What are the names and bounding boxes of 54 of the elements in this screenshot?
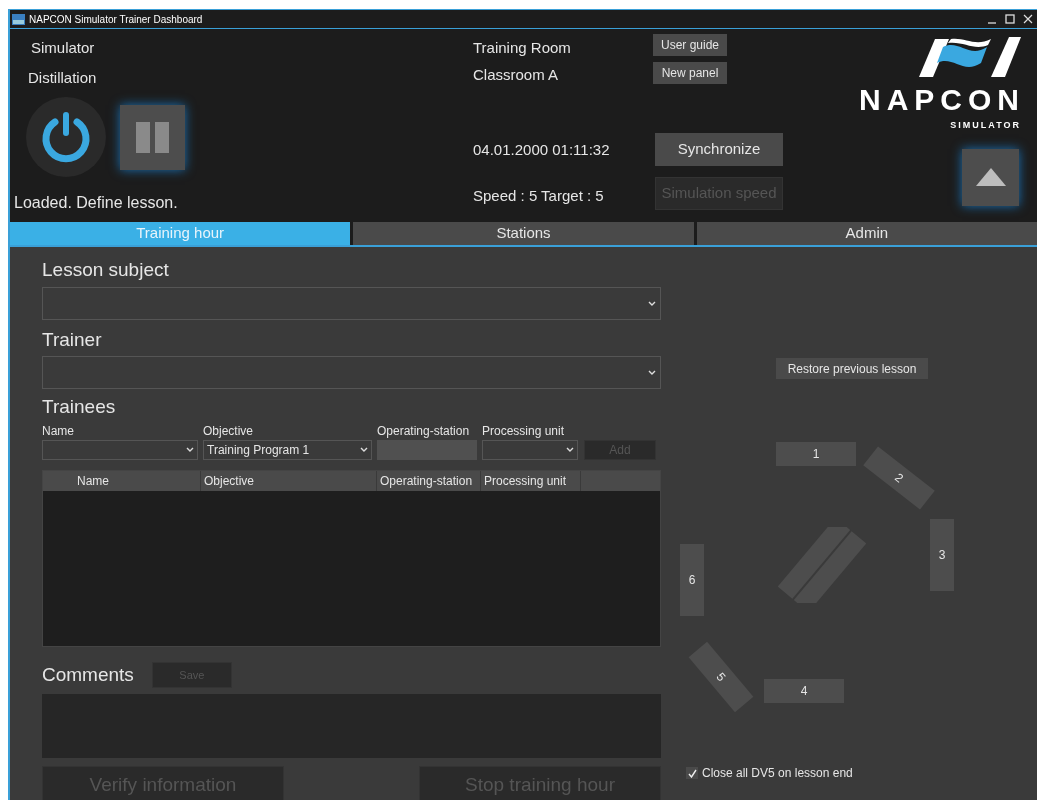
station[interactable]: 1 (776, 442, 856, 466)
logo-tagline: SIMULATOR (950, 119, 1021, 132)
header-button[interactable]: Synchronize (655, 133, 783, 166)
checkbox-label: Close all DV5 on lesson end (702, 765, 853, 782)
trainer-label: Trainer (42, 327, 103, 352)
chevron-icon (648, 300, 656, 306)
column-header[interactable]: Objective (201, 470, 377, 491)
room-name: Classroom A (473, 64, 560, 85)
lesson-subject-dropdown[interactable] (42, 286, 661, 320)
close-icon[interactable] (1023, 14, 1033, 24)
field-label: Name (42, 422, 75, 440)
triangle-up-icon (974, 167, 1007, 187)
room-label: Training Room (473, 38, 572, 58)
field-label: Operating-station (377, 422, 471, 440)
pause-button[interactable] (120, 104, 185, 170)
restore-button[interactable]: Restore previous lesson (776, 358, 928, 379)
trainee-dropdown[interactable] (42, 439, 198, 460)
window-title: NAPCON Simulator Trainer Dashboard (29, 12, 203, 27)
field-label: Processing unit (482, 422, 566, 440)
station[interactable]: 2 (863, 446, 935, 510)
simulator-label: Simulator (31, 38, 96, 58)
column-header[interactable]: Name (71, 470, 201, 491)
trainer-dropdown[interactable] (42, 356, 661, 389)
chevron-icon (648, 370, 656, 375)
trainees-label: Trainees (42, 395, 117, 419)
maximize-icon[interactable] (1005, 14, 1015, 24)
station[interactable]: 4 (764, 679, 844, 703)
header-button[interactable]: User guide (653, 34, 727, 56)
chevron-icon (186, 447, 194, 452)
check-icon (687, 768, 697, 778)
tab[interactable]: Admin (696, 222, 1037, 245)
checkbox[interactable] (686, 767, 698, 779)
pause-icon (136, 121, 169, 153)
header-button[interactable]: New panel (653, 62, 727, 84)
trainee-dropdown[interactable] (482, 439, 578, 460)
app-icon (12, 13, 25, 25)
field-label: Objective (203, 422, 255, 440)
chevron-icon (360, 447, 368, 452)
collapse-button[interactable] (962, 148, 1019, 206)
lesson-subject-label: Lesson subject (42, 258, 170, 282)
comments-label: Comments (42, 662, 134, 687)
speed-text: Speed : 5 Target : 5 (473, 185, 605, 206)
date-time: 04.01.2000 01:11:32 (473, 140, 611, 160)
logo-name: NAPCON (859, 85, 1025, 115)
status-text: Loaded. Define lesson. (14, 193, 179, 213)
chevron-icon (566, 447, 574, 452)
trainee-dropdown[interactable]: Training Program 1 (203, 439, 372, 460)
station[interactable]: 3 (930, 519, 954, 591)
station[interactable]: 6 (680, 544, 704, 616)
station[interactable]: 5 (688, 641, 754, 713)
column-header[interactable]: Operating-station (377, 470, 481, 491)
tab[interactable]: Stations (353, 222, 694, 245)
simulator-name: Distillation (28, 67, 98, 88)
column-header[interactable]: Processing unit (481, 470, 581, 491)
